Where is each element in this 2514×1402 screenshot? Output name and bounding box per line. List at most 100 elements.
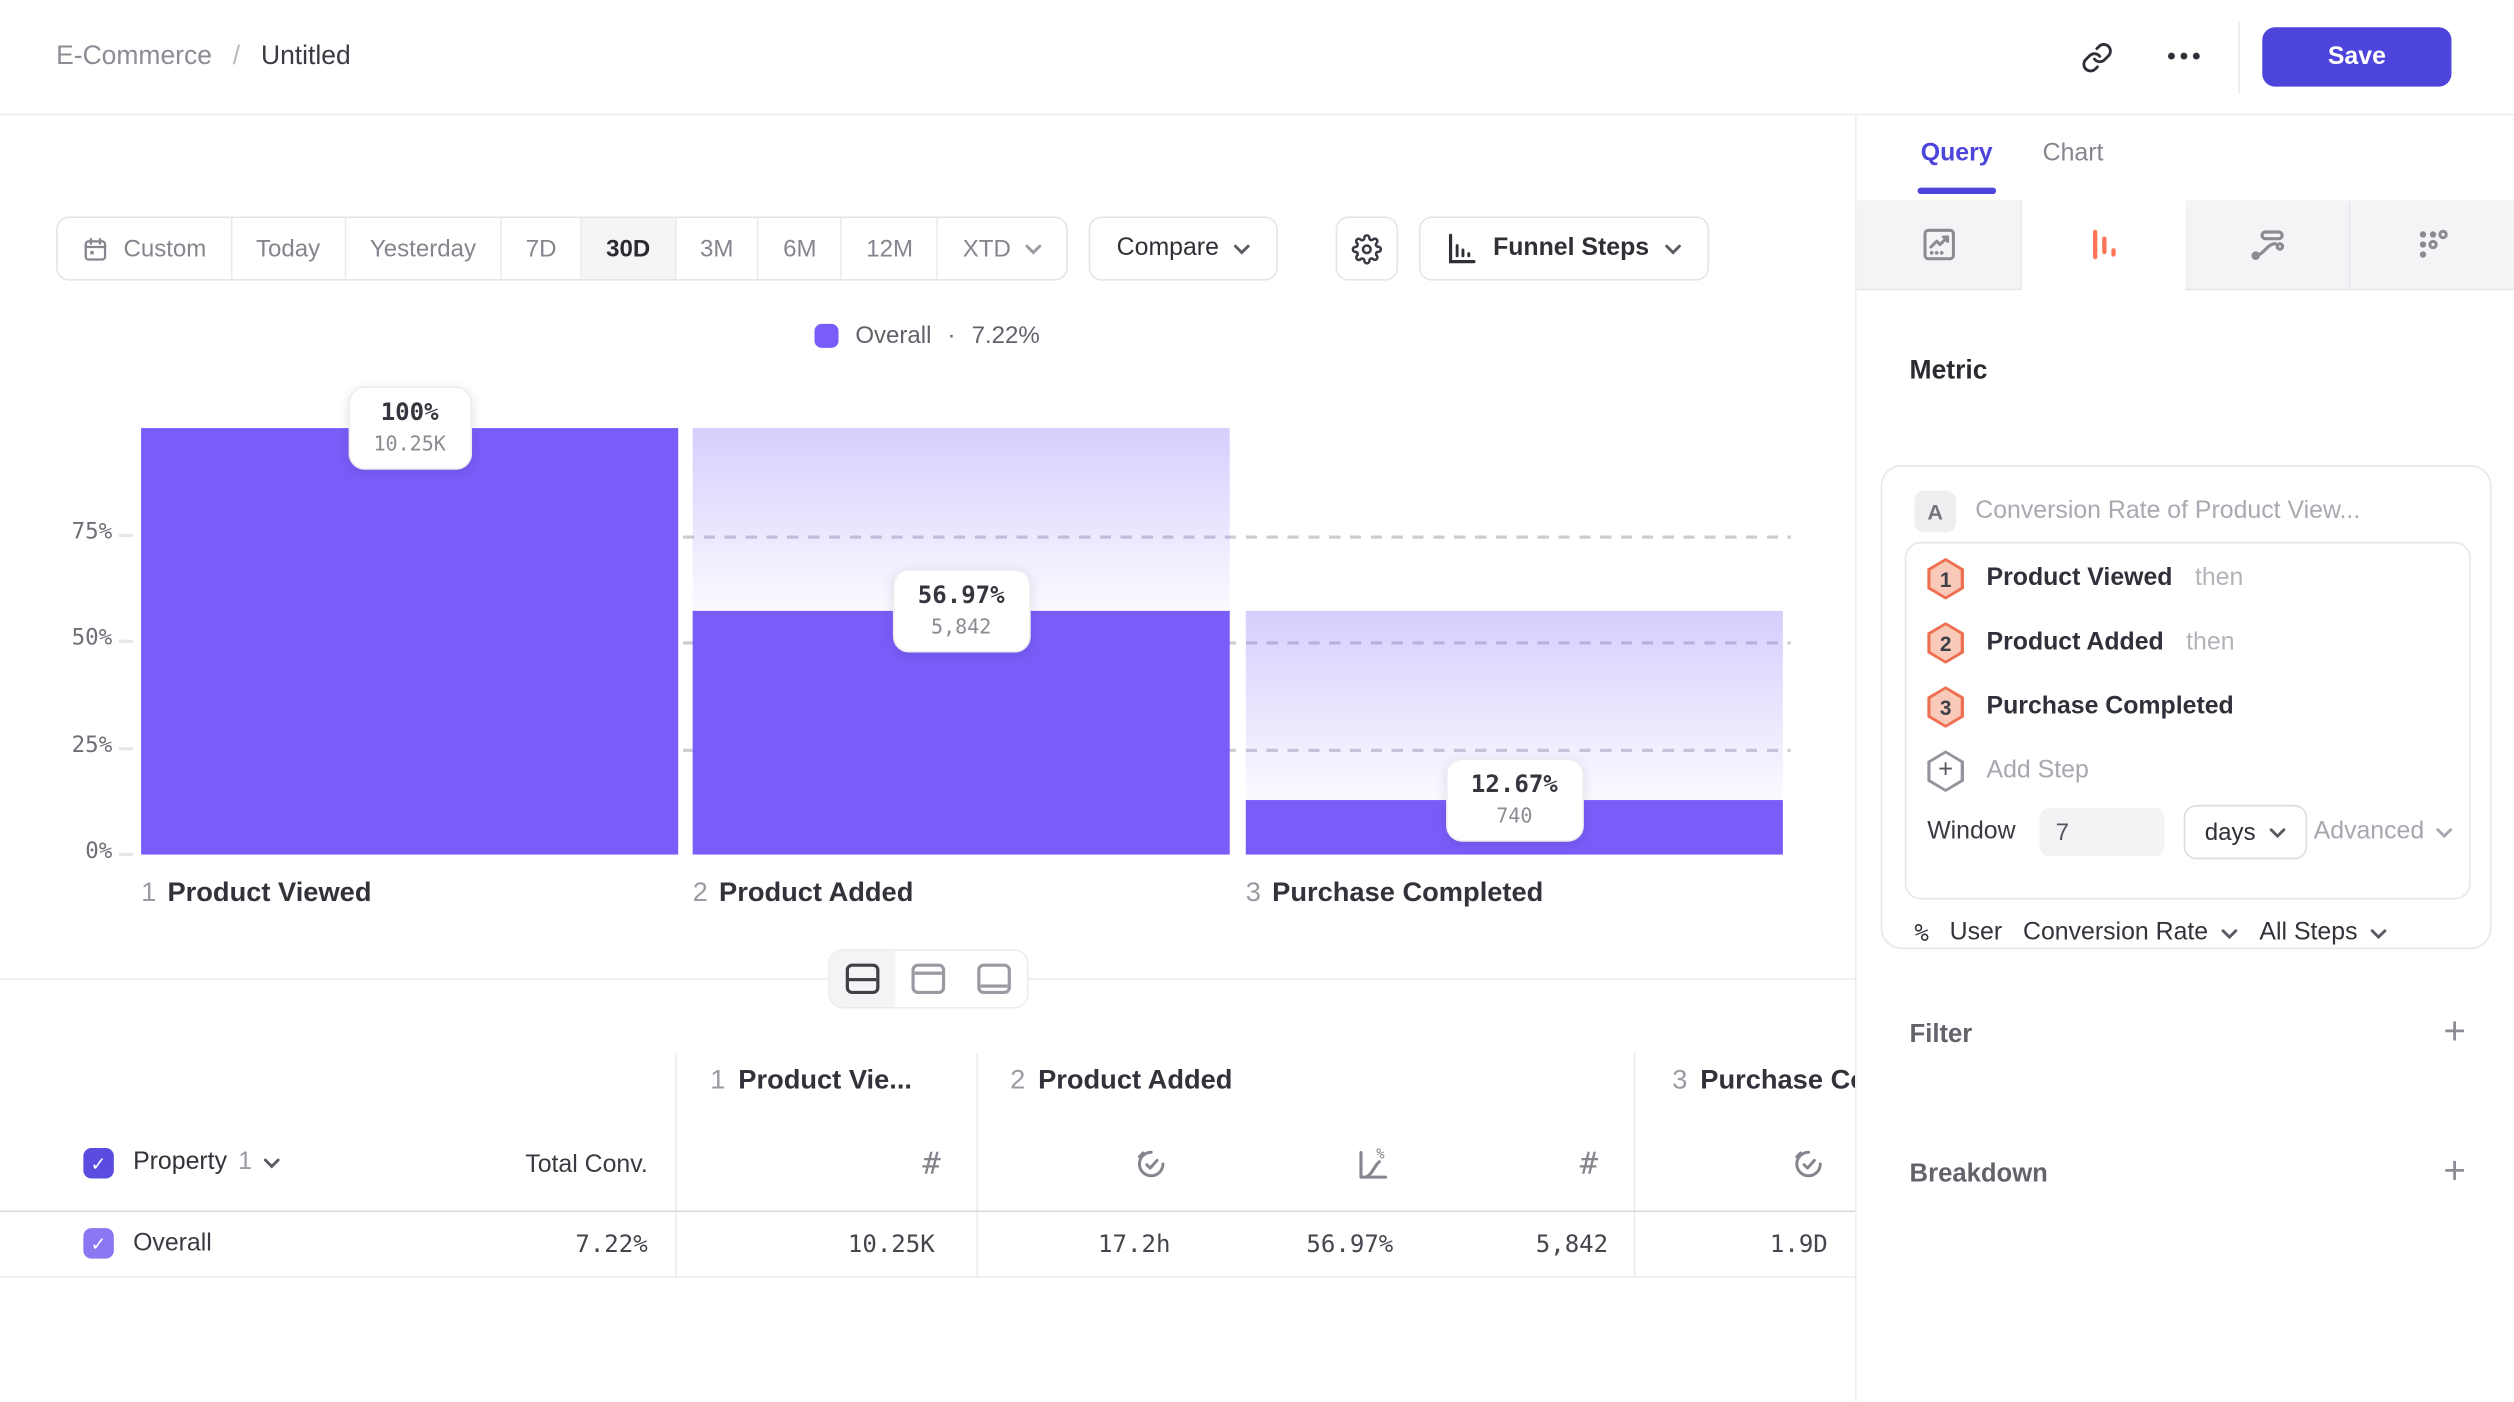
report-type-flows[interactable] xyxy=(2185,200,2350,290)
conversion-count: 10.25K xyxy=(373,431,445,455)
report-type-insights[interactable] xyxy=(1857,200,2022,290)
time-to-convert-icon[interactable] xyxy=(1130,1143,1172,1185)
measurement-scope-select[interactable]: All Steps xyxy=(2259,919,2388,948)
flows-icon xyxy=(2247,224,2287,264)
measurement-row: % User Conversion Rate All Steps xyxy=(1914,912,2388,954)
table-header-divider xyxy=(0,1211,1855,1213)
range-7d[interactable]: 7D xyxy=(502,218,582,279)
row-name: Overall xyxy=(133,1230,212,1259)
y-tick-mark xyxy=(119,853,133,856)
retention-icon xyxy=(2412,224,2452,264)
column-group-step-1[interactable]: 1Product Vie... xyxy=(710,1065,912,1097)
metric-title[interactable]: Conversion Rate of Product View... xyxy=(1975,497,2360,526)
range-custom-label: Custom xyxy=(123,235,206,262)
report-canvas: Custom Today Yesterday 7D 30D 3M 6M 12M … xyxy=(0,115,1855,1401)
col-step-number: 3 xyxy=(1672,1065,1687,1095)
chart-type-button[interactable]: Funnel Steps xyxy=(1419,216,1708,280)
cell-step2-count: 5,842 xyxy=(1536,1230,1608,1259)
measurement-scope-label: All Steps xyxy=(2259,919,2357,948)
legend-series-name: Overall xyxy=(855,322,931,349)
compare-button[interactable]: Compare xyxy=(1089,216,1278,280)
conversion-window-row: Window days Advanced xyxy=(1927,800,2453,864)
range-3m[interactable]: 3M xyxy=(676,218,759,279)
toggle-chart-only[interactable] xyxy=(895,951,961,1007)
gear-icon xyxy=(1352,233,1382,263)
conversion-pct: 56.97% xyxy=(918,581,1005,610)
conversion-count: 740 xyxy=(1471,804,1558,828)
share-link-icon[interactable] xyxy=(2069,30,2124,85)
chart-settings-button[interactable] xyxy=(1336,216,1399,280)
toggle-split-view[interactable] xyxy=(829,951,895,1007)
step-row-3[interactable]: 3 Purchase Completed xyxy=(1927,675,2453,739)
range-xtd-label: XTD xyxy=(963,235,1011,262)
count-metric-icon[interactable]: # xyxy=(1568,1143,1610,1185)
count-metric-icon[interactable]: # xyxy=(911,1143,953,1185)
cell-step1-count: 10.25K xyxy=(848,1230,935,1259)
property-selector[interactable]: Property 1 xyxy=(133,1148,281,1177)
table-row-divider xyxy=(0,1276,1855,1278)
step-number: 2 xyxy=(693,877,708,907)
add-filter-button[interactable]: + xyxy=(2443,1013,2465,1051)
range-today[interactable]: Today xyxy=(232,218,346,279)
advanced-toggle[interactable]: Advanced xyxy=(2314,818,2453,847)
tab-query[interactable]: Query xyxy=(1921,139,1993,168)
app: E-Commerce / Untitled ••• Save xyxy=(0,0,2514,1402)
range-30d-selected[interactable]: 30D xyxy=(582,218,676,279)
tab-chart[interactable]: Chart xyxy=(2043,139,2104,168)
y-tick-75: 75% xyxy=(42,519,113,545)
metric-section-title: Metric xyxy=(1910,356,1988,386)
column-group-step-3[interactable]: 3Purchase Completed xyxy=(1672,1065,1855,1097)
step-row-2[interactable]: 2 Product Added then xyxy=(1927,611,2453,675)
chevron-down-icon xyxy=(2370,928,2388,939)
property-index: 1 xyxy=(238,1148,252,1177)
chevron-down-icon xyxy=(1233,243,1251,254)
measurement-metric-select[interactable]: Conversion Rate xyxy=(2023,919,2239,948)
chart-only-icon xyxy=(911,964,945,994)
breadcrumb-parent[interactable]: E-Commerce xyxy=(56,42,212,72)
total-conv-header[interactable]: Total Conv. xyxy=(525,1151,647,1180)
advanced-label: Advanced xyxy=(2314,818,2425,847)
step-row-1[interactable]: 1 Product Viewed then xyxy=(1927,547,2453,611)
y-tick-mark xyxy=(119,640,133,643)
conversion-rate-icon[interactable]: % xyxy=(1352,1143,1394,1185)
x-label-step-1: 1 Product Viewed xyxy=(141,877,371,909)
breadcrumb-title[interactable]: Untitled xyxy=(261,42,351,72)
range-xtd[interactable]: XTD xyxy=(939,218,1067,279)
chart-legend[interactable]: Overall · 7.22% xyxy=(0,322,1855,349)
measurement-entity[interactable]: User xyxy=(1950,919,2002,948)
window-unit-select[interactable]: days xyxy=(2184,805,2307,860)
step-number: 1 xyxy=(141,877,156,907)
row-checkbox[interactable]: ✓ xyxy=(83,1228,113,1258)
metric-card: A Conversion Rate of Product View... 1 P… xyxy=(1881,465,2492,949)
add-step-row[interactable]: + Add Step xyxy=(1927,739,2453,803)
chevron-down-icon xyxy=(263,1157,281,1168)
funnel-bar-step-1[interactable]: 100% 10.25K xyxy=(141,428,678,854)
step-name: Product Viewed xyxy=(167,877,371,907)
range-custom[interactable]: Custom xyxy=(58,218,232,279)
range-12m[interactable]: 12M xyxy=(842,218,938,279)
report-type-funnel-active[interactable] xyxy=(2022,200,2186,290)
time-to-convert-icon[interactable] xyxy=(1788,1143,1830,1185)
step-event-name: Product Added xyxy=(1987,629,2164,658)
funnel-bar-step-3[interactable]: 12.67% 740 xyxy=(1246,428,1783,854)
range-yesterday[interactable]: Yesterday xyxy=(346,218,502,279)
funnel-steps-card: 1 Product Viewed then 2 Product Added th… xyxy=(1905,542,2471,900)
toggle-table-only[interactable] xyxy=(960,951,1026,1007)
report-type-retention[interactable] xyxy=(2350,200,2514,290)
chart-type-label: Funnel Steps xyxy=(1493,234,1649,263)
range-6m[interactable]: 6M xyxy=(759,218,842,279)
save-button[interactable]: Save xyxy=(2262,27,2451,86)
date-range-picker: Custom Today Yesterday 7D 30D 3M 6M 12M … xyxy=(56,216,1068,280)
add-breakdown-button[interactable]: + xyxy=(2443,1153,2465,1191)
conversion-pct: 12.67% xyxy=(1471,770,1558,799)
select-all-checkbox[interactable]: ✓ xyxy=(83,1148,113,1178)
column-group-step-2[interactable]: 2Product Added xyxy=(1010,1065,1232,1097)
x-label-step-3: 3Purchase Completed xyxy=(1246,877,1544,909)
header-divider xyxy=(2238,22,2240,93)
funnel-bar-step-2[interactable]: 56.97% 5,842 xyxy=(693,428,1230,854)
column-divider xyxy=(976,1053,978,1277)
add-step-label: Add Step xyxy=(1987,757,2089,786)
more-menu-button[interactable]: ••• xyxy=(2167,43,2204,70)
window-value-input[interactable] xyxy=(2040,808,2165,856)
chevron-down-icon xyxy=(1025,243,1043,254)
